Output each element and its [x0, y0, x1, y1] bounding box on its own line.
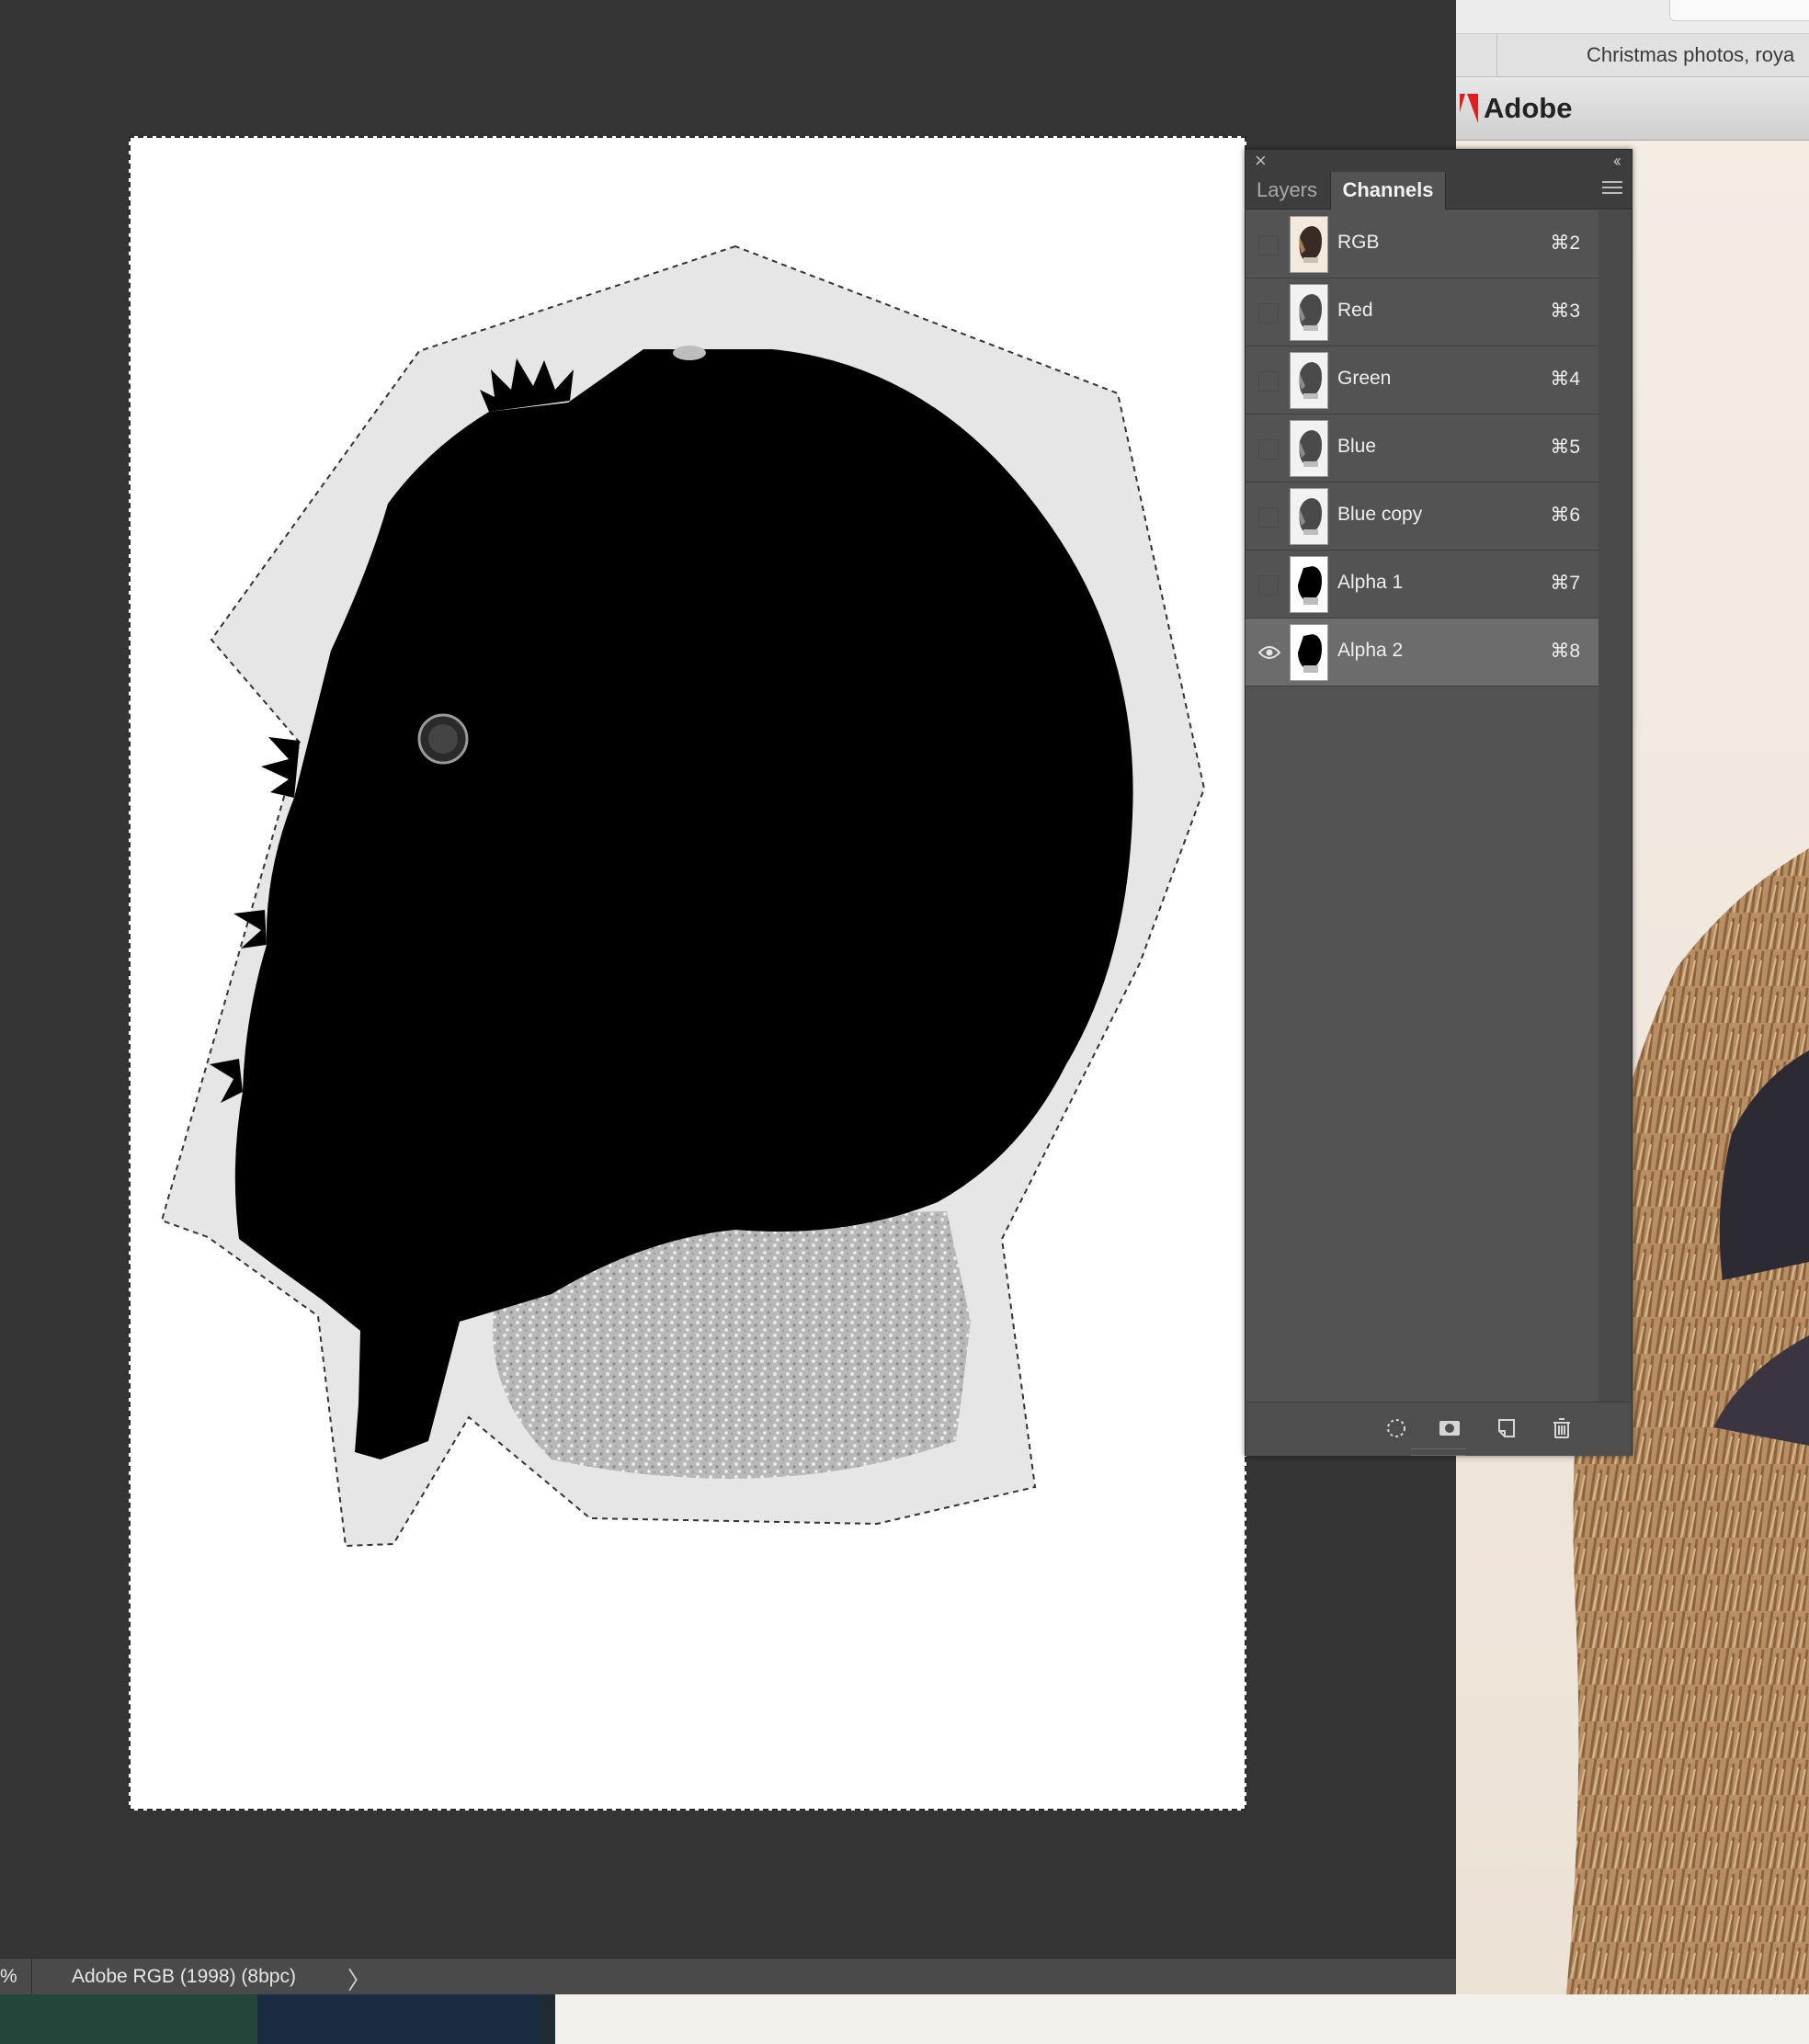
channel-shortcut: ⌘3: [1550, 301, 1580, 322]
channel-thumbnail: [1290, 556, 1328, 613]
visibility-toggle[interactable]: [1258, 575, 1279, 596]
status-bar: % Adobe RGB (1998) (8bpc) 〉: [0, 1958, 1456, 1995]
adobe-logo-icon: [1460, 94, 1478, 123]
channel-shortcut: ⌘7: [1550, 573, 1580, 594]
panel-resize-grip[interactable]: [1411, 1448, 1466, 1456]
channel-name: Green: [1337, 368, 1392, 389]
document-canvas[interactable]: [129, 136, 1246, 1811]
zoom-percent[interactable]: %: [0, 1966, 17, 1988]
visibility-toggle[interactable]: [1258, 439, 1279, 460]
browser-address-field[interactable]: [1669, 0, 1809, 21]
channel-shortcut: ⌘4: [1550, 369, 1580, 390]
channel-row-alpha-2[interactable]: Alpha 2 ⌘8: [1246, 619, 1599, 687]
visibility-toggle[interactable]: [1258, 235, 1279, 255]
alpha-channel-image: [160, 244, 1206, 1548]
tab-channels[interactable]: Channels: [1330, 172, 1446, 210]
load-selection-icon[interactable]: [1383, 1415, 1409, 1441]
channel-thumbnail: [1290, 488, 1328, 545]
panel-scrollbar[interactable]: [1599, 210, 1632, 1440]
background-window-navy: [257, 1994, 539, 2044]
visibility-toggle[interactable]: [1258, 371, 1279, 392]
channel-row-blue-copy[interactable]: Blue copy ⌘6: [1246, 483, 1599, 551]
new-channel-icon[interactable]: [1494, 1415, 1519, 1441]
site-brand-name[interactable]: Adobe: [1484, 92, 1572, 125]
background-window-white: [555, 1994, 1809, 2044]
channel-thumbnail: [1290, 624, 1328, 681]
channel-thumbnail: [1290, 284, 1328, 341]
visibility-toggle[interactable]: [1258, 303, 1279, 324]
document-workspace: [0, 0, 1456, 1991]
channel-row-alpha-1[interactable]: Alpha 1 ⌘7: [1246, 551, 1599, 619]
channel-shortcut: ⌘5: [1550, 437, 1580, 458]
channel-list: RGB ⌘2 Red ⌘3 Green ⌘4 Blue ⌘5 Blue copy…: [1246, 210, 1599, 1440]
background-window-green: [0, 1994, 257, 2044]
browser-tab-title[interactable]: Christmas photos, roya: [1587, 43, 1794, 67]
channel-row-red[interactable]: Red ⌘3: [1246, 278, 1599, 346]
channel-name: Alpha 2: [1337, 640, 1404, 661]
browser-tab-bar: Christmas photos, roya: [1456, 34, 1809, 77]
trash-icon[interactable]: [1549, 1415, 1575, 1441]
status-divider: [31, 1959, 32, 1995]
tab-divider: [1496, 34, 1497, 76]
channel-name: RGB: [1337, 232, 1380, 253]
eye-icon[interactable]: [1257, 643, 1281, 662]
visibility-toggle[interactable]: [1258, 507, 1279, 528]
channel-row-rgb[interactable]: RGB ⌘2: [1246, 210, 1599, 278]
panel-tab-bar: Layers Channels: [1246, 172, 1632, 210]
channel-name: Alpha 1: [1337, 572, 1404, 593]
channel-thumbnail: [1290, 420, 1328, 477]
channel-row-blue[interactable]: Blue ⌘5: [1246, 414, 1599, 483]
panel-close-icon[interactable]: ×: [1255, 150, 1267, 172]
channel-shortcut: ⌘2: [1550, 233, 1580, 254]
panel-title-bar: × ‹‹: [1246, 150, 1632, 172]
channel-name: Red: [1337, 300, 1373, 321]
browser-toolbar: [1456, 0, 1809, 34]
save-selection-icon[interactable]: [1437, 1415, 1462, 1441]
tab-layers[interactable]: Layers: [1246, 172, 1328, 209]
background-desktop-strip: [0, 1994, 1809, 2044]
channels-panel: × ‹‹ Layers Channels RGB ⌘2 Red ⌘3 Green…: [1245, 149, 1633, 1456]
status-menu-arrow-icon[interactable]: 〉: [347, 1962, 371, 1996]
channel-shortcut: ⌘8: [1550, 641, 1580, 662]
channel-thumbnail: [1290, 216, 1328, 273]
site-header: Adobe: [1456, 77, 1809, 141]
channel-name: Blue copy: [1337, 504, 1423, 525]
panel-collapse-icon[interactable]: ‹‹: [1613, 150, 1621, 172]
channel-thumbnail: [1290, 352, 1328, 409]
document-color-profile: Adobe RGB (1998) (8bpc): [72, 1966, 296, 1987]
channel-row-green[interactable]: Green ⌘4: [1246, 346, 1599, 414]
channel-name: Blue: [1337, 436, 1377, 457]
panel-menu-icon[interactable]: [1602, 181, 1622, 199]
panel-footer: [1246, 1402, 1632, 1456]
channel-shortcut: ⌘6: [1550, 505, 1580, 526]
